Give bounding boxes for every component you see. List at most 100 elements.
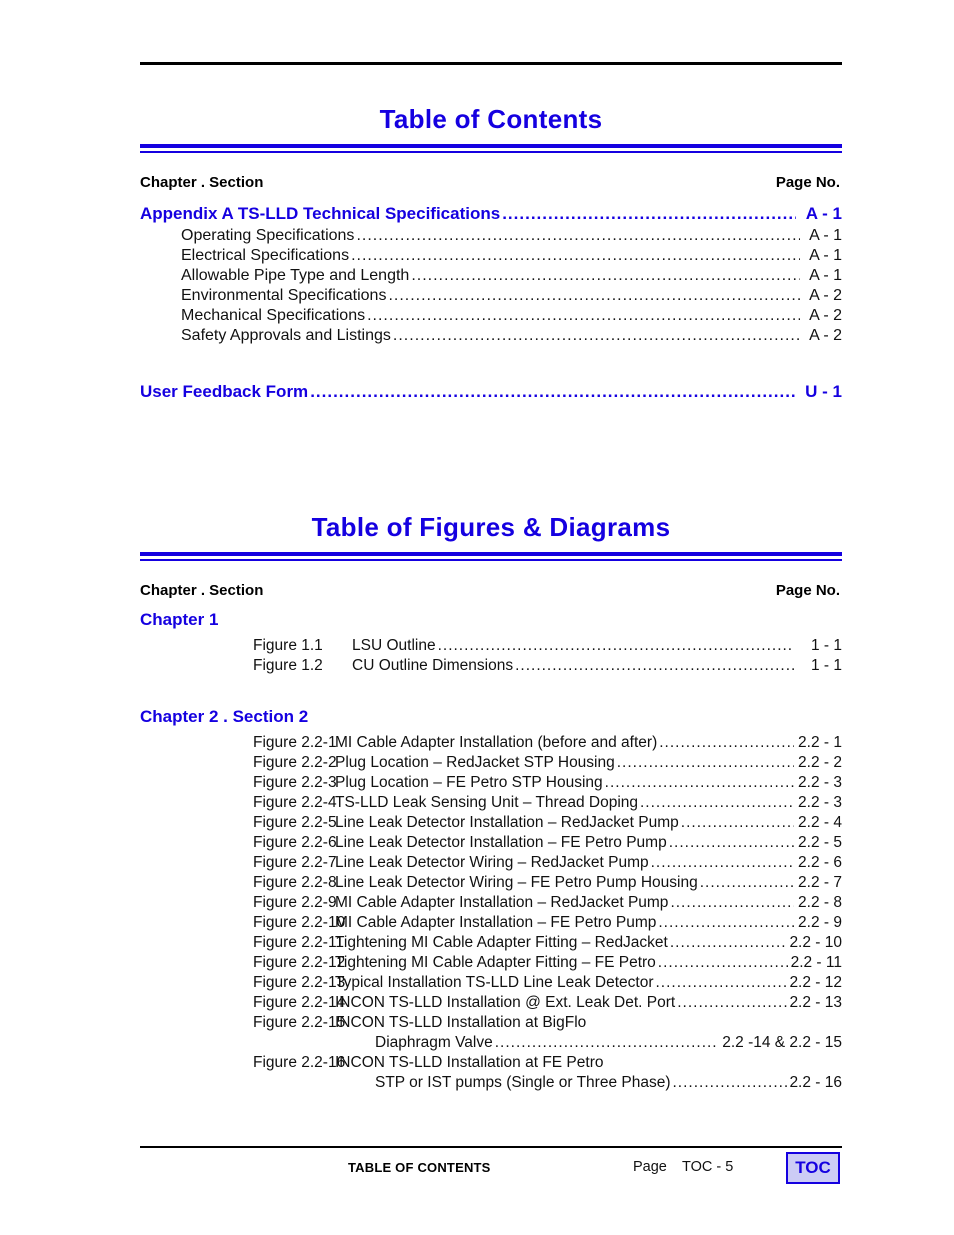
leader-dots	[670, 893, 794, 913]
figure-description: INCON TS-LLD Installation at BigFlo	[335, 1014, 587, 1031]
footer-page-label: Page	[633, 1159, 667, 1175]
leader-dots	[388, 286, 800, 306]
toc-entry-appendix-a[interactable]: Appendix A TS-LLD Technical Specificatio…	[140, 202, 842, 226]
toc-entry-user-feedback-form[interactable]: User Feedback Form U - 1	[140, 380, 842, 404]
figure-row[interactable]: Figure 2.2-11 Tightening MI Cable Adapte…	[253, 933, 842, 953]
figure-row[interactable]: Figure 2.2-13 Typical Installation TS-LL…	[253, 973, 842, 993]
figure-page: 2.2 - 11	[790, 954, 842, 971]
figure-page: 2.2 - 2	[798, 754, 842, 771]
page-footer: TABLE OF CONTENTS Page TOC - 5 TOC	[140, 1152, 842, 1190]
figure-row[interactable]: Figure 1.1 LSU Outline 1 - 1	[253, 636, 842, 656]
figure-number: Figure 2.2-13	[253, 974, 346, 991]
toc-entry-label: Electrical Specifications	[181, 247, 350, 264]
figure-number: Figure 2.2-16	[253, 1054, 346, 1071]
figure-description: Plug Location – FE Petro STP Housing	[335, 774, 603, 791]
toc-entry-label: User Feedback Form	[140, 382, 309, 401]
leader-dots	[673, 1073, 788, 1093]
footer-title: TABLE OF CONTENTS	[348, 1160, 491, 1175]
figure-page: 2.2 - 3	[798, 774, 842, 791]
toc-entry-page: A - 1	[805, 204, 842, 223]
leader-dots	[640, 793, 794, 813]
heading-rule-thin	[140, 151, 842, 153]
leader-dots	[310, 380, 796, 404]
toc-entry-allowable-pipe-type-and-length[interactable]: Allowable Pipe Type and Length A - 1	[140, 266, 842, 286]
figure-description: CU Outline Dimensions	[352, 657, 514, 674]
leader-dots	[659, 733, 794, 753]
figure-description: MI Cable Adapter Installation – FE Petro…	[335, 914, 657, 931]
figure-page: 2.2 - 6	[798, 854, 842, 871]
leader-dots	[669, 833, 794, 853]
figure-description: Line Leak Detector Wiring – FE Petro Pum…	[335, 874, 698, 891]
figure-page: 2.2 - 10	[789, 934, 842, 951]
leader-dots	[411, 266, 800, 286]
figure-row-continuation[interactable]: Diaphragm Valve 2.2 -14 & 2.2 - 15	[375, 1033, 842, 1053]
leader-dots	[658, 913, 794, 933]
figure-description: Line Leak Detector Installation – RedJac…	[335, 814, 679, 831]
leader-dots	[617, 753, 794, 773]
leader-dots	[658, 953, 789, 973]
figure-row[interactable]: Figure 2.2-8 Line Leak Detector Wiring –…	[253, 873, 842, 893]
toc-entry-page: U - 1	[805, 382, 842, 401]
figure-row[interactable]: Figure 2.2-4 TS-LLD Leak Sensing Unit – …	[253, 793, 842, 813]
figure-number: Figure 2.2-3	[253, 774, 337, 791]
figure-page: 1 - 1	[810, 637, 842, 654]
figure-description: TS-LLD Leak Sensing Unit – Thread Doping	[335, 794, 638, 811]
leader-dots	[656, 973, 788, 993]
toc-entry-safety-approvals-and-listings[interactable]: Safety Approvals and Listings A - 2	[140, 326, 842, 346]
figure-row[interactable]: Figure 2.2-6 Line Leak Detector Installa…	[253, 833, 842, 853]
page-title-table-of-figures: Table of Figures & Diagrams	[311, 512, 671, 542]
figure-page: 2.2 - 13	[789, 994, 842, 1011]
figure-row[interactable]: Figure 2.2-3 Plug Location – FE Petro ST…	[253, 773, 842, 793]
figure-row[interactable]: Figure 2.2-12 Tightening MI Cable Adapte…	[253, 953, 842, 973]
contents-entry-list: Appendix A TS-LLD Technical Specificatio…	[140, 202, 842, 404]
toc-button[interactable]: TOC	[786, 1152, 840, 1184]
figure-row[interactable]: Figure 2.2-7 Line Leak Detector Wiring –…	[253, 853, 842, 873]
leader-dots	[502, 202, 796, 226]
figure-page: 2.2 - 16	[789, 1074, 842, 1091]
column-header-contents: Chapter . Section Page No.	[140, 174, 842, 196]
toc-entry-label: Operating Specifications	[181, 227, 355, 244]
figure-description: Line Leak Detector Wiring – RedJacket Pu…	[335, 854, 649, 871]
figure-number: Figure 2.2-2	[253, 754, 337, 771]
figure-row[interactable]: Figure 2.2-1 MI Cable Adapter Installati…	[253, 733, 842, 753]
figure-row[interactable]: Figure 2.2-15 INCON TS-LLD Installation …	[253, 1013, 842, 1033]
leader-dots	[438, 636, 794, 656]
leader-dots	[393, 326, 800, 346]
figure-page: 2.2 -14 & 2.2 - 15	[722, 1034, 842, 1051]
figure-description: MI Cable Adapter Installation (before an…	[335, 734, 658, 751]
figure-row[interactable]: Figure 2.2-5 Line Leak Detector Installa…	[253, 813, 842, 833]
figure-row-continuation[interactable]: STP or IST pumps (Single or Three Phase)…	[375, 1073, 842, 1093]
toc-entry-environmental-specifications[interactable]: Environmental Specifications A - 2	[140, 286, 842, 306]
figure-row[interactable]: Figure 2.2-16 INCON TS-LLD Installation …	[253, 1053, 842, 1073]
page-title-table-of-contents: Table of Contents	[379, 104, 603, 134]
leader-dots	[351, 246, 800, 266]
figure-row[interactable]: Figure 2.2-10 MI Cable Adapter Installat…	[253, 913, 842, 933]
figure-row[interactable]: Figure 1.2 CU Outline Dimensions 1 - 1	[253, 656, 842, 676]
figure-number: Figure 2.2-9	[253, 894, 337, 911]
figure-description: Tightening MI Cable Adapter Fitting – Re…	[335, 934, 668, 951]
section-table-of-figures: Table of Figures & Diagrams Chapter . Se…	[140, 512, 842, 1093]
figure-page: 2.2 - 8	[798, 894, 842, 911]
figure-number: Figure 2.2-4	[253, 794, 337, 811]
figure-number: Figure 2.2-5	[253, 814, 337, 831]
toc-entry-page: A - 1	[809, 267, 842, 284]
figure-page: 2.2 - 1	[798, 734, 842, 751]
column-header-figures: Chapter . Section Page No.	[140, 582, 842, 604]
toc-entry-page: A - 2	[809, 327, 842, 344]
figure-row[interactable]: Figure 2.2-14 INCON TS-LLD Installation …	[253, 993, 842, 1013]
figure-page: 1 - 1	[810, 657, 842, 674]
toc-entry-page: A - 2	[809, 287, 842, 304]
figure-description: MI Cable Adapter Installation – RedJacke…	[335, 894, 669, 911]
toc-entry-electrical-specifications[interactable]: Electrical Specifications A - 1	[140, 246, 842, 266]
toc-entry-mechanical-specifications[interactable]: Mechanical Specifications A - 2	[140, 306, 842, 326]
figure-page: 2.2 - 7	[798, 874, 842, 891]
figure-page: 2.2 - 12	[789, 974, 842, 991]
figure-description: INCON TS-LLD Installation @ Ext. Leak De…	[335, 994, 676, 1011]
top-rule	[140, 62, 842, 65]
figure-row[interactable]: Figure 2.2-9 MI Cable Adapter Installati…	[253, 893, 842, 913]
figure-row[interactable]: Figure 2.2-2 Plug Location – RedJacket S…	[253, 753, 842, 773]
figure-page: 2.2 - 5	[798, 834, 842, 851]
toc-entry-operating-specifications[interactable]: Operating Specifications A - 1	[140, 226, 842, 246]
toc-entry-page: A - 2	[809, 307, 842, 324]
figure-number: Figure 2.2-14	[253, 994, 346, 1011]
